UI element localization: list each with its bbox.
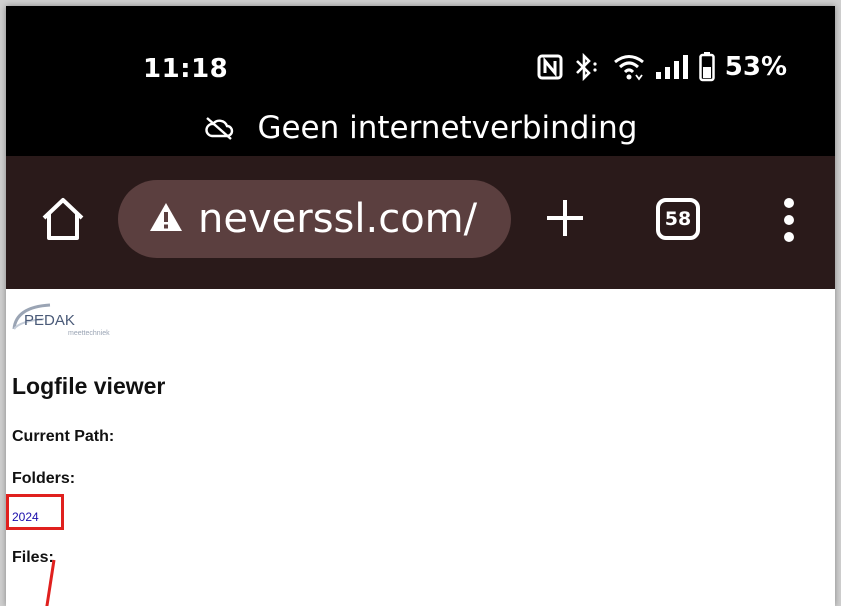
annotation-arrow-icon: [36, 554, 76, 606]
tab-switcher-button[interactable]: 58: [656, 198, 700, 240]
bluetooth-icon: [573, 53, 603, 81]
address-bar[interactable]: neverssl.com/: [118, 180, 511, 258]
wifi-icon: [613, 53, 645, 81]
status-icons: 53%: [537, 52, 787, 82]
offline-text: Geen internetverbinding: [257, 110, 638, 146]
battery-icon: [699, 52, 715, 82]
page-title: Logfile viewer: [12, 373, 166, 399]
home-icon[interactable]: [38, 194, 88, 244]
status-bar: 11:18 53% Geen internetverbinding: [6, 6, 835, 156]
phone-screenshot: 11:18 53% Geen internetverbinding nevers…: [6, 6, 835, 606]
pedak-logo: PEDAK meettechniek: [10, 299, 150, 339]
nfc-icon: [537, 54, 563, 80]
new-tab-icon[interactable]: [543, 196, 587, 240]
overflow-menu-icon[interactable]: [781, 196, 797, 244]
offline-banner: Geen internetverbinding: [6, 110, 835, 148]
logo-text: PEDAK: [24, 312, 75, 329]
warning-icon[interactable]: [148, 201, 184, 238]
browser-toolbar: neverssl.com/ 58: [6, 156, 835, 289]
battery-percentage: 53%: [724, 52, 787, 82]
signal-icon: [655, 54, 689, 80]
tab-count: 58: [664, 208, 692, 230]
folders-label: Folders:: [12, 470, 76, 487]
logo-subtext: meettechniek: [68, 330, 110, 337]
url-text[interactable]: neverssl.com/: [198, 196, 477, 242]
status-time: 11:18: [143, 54, 229, 84]
annotation-highlight-box: [6, 494, 64, 530]
page-content: PEDAK meettechniek Logfile viewer Curren…: [6, 289, 835, 606]
cloud-off-icon: [204, 112, 234, 148]
current-path-label: Current Path:: [12, 428, 115, 445]
